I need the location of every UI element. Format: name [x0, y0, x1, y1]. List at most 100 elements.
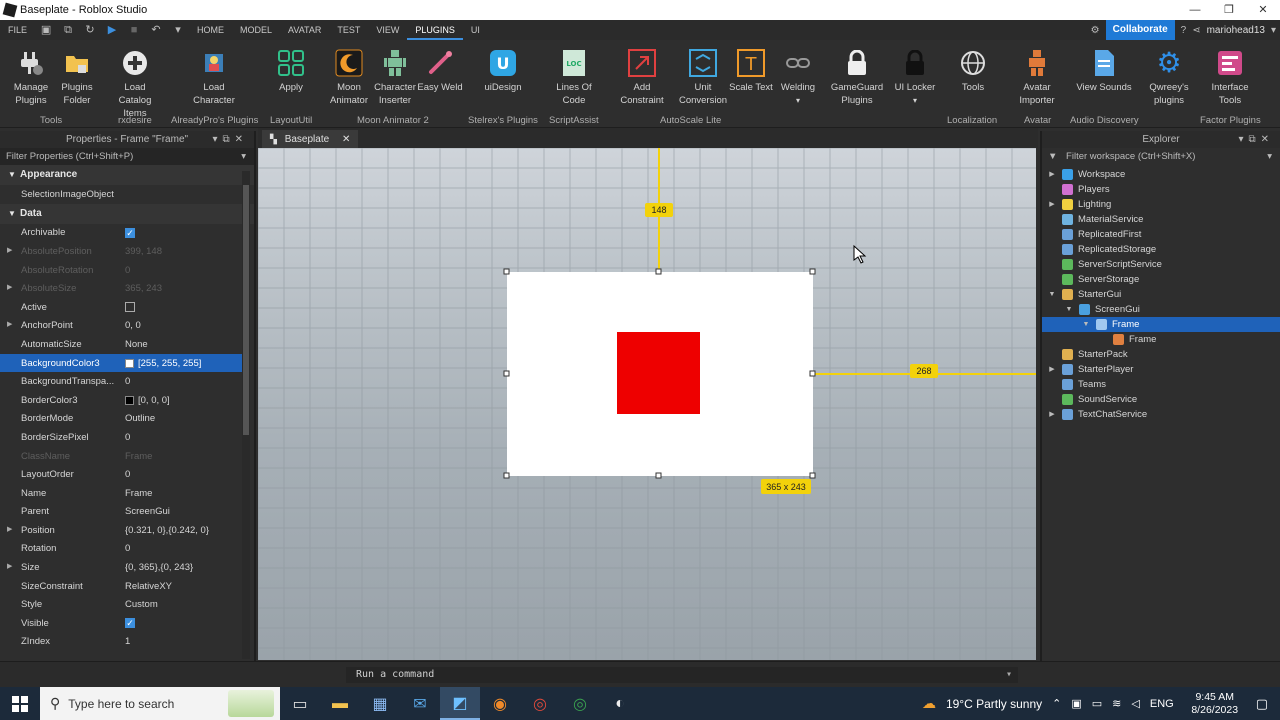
tree-toggle-icon[interactable]: ▼ — [1080, 317, 1092, 332]
user-dropdown-icon[interactable]: ▾ — [1271, 25, 1276, 36]
property-row[interactable]: SelectionImageObject — [0, 185, 242, 204]
property-row[interactable]: ▶ AbsoluteSize 365, 243 — [0, 279, 242, 298]
property-row[interactable]: BorderSizePixel 0 — [0, 428, 242, 447]
clock[interactable]: 9:45 AM 8/26/2023 — [1184, 691, 1246, 717]
3d-viewport[interactable]: 148 268 365 x 243 — [258, 148, 1036, 660]
explorer-item[interactable]: ▼ Frame — [1042, 317, 1280, 332]
interface-tools-button[interactable]: Interface Tools — [1202, 48, 1258, 107]
battery-icon[interactable]: ▭ — [1092, 697, 1102, 710]
view-sounds-button[interactable]: View Sounds — [1076, 48, 1132, 94]
weather-icon[interactable]: ☁ — [922, 695, 936, 712]
explorer-item[interactable]: ▼ ScreenGui — [1042, 302, 1280, 317]
property-value[interactable]: 0 — [122, 469, 130, 480]
property-row[interactable]: ▶ Size {0, 365},{0, 243} — [0, 558, 242, 577]
ui-locker-button[interactable]: UI Locker ▾ — [887, 48, 943, 107]
expand-icon[interactable]: ▶ — [7, 562, 12, 570]
property-value[interactable]: {0.321, 0},{0.242, 0} — [122, 525, 209, 536]
property-row[interactable]: Active — [0, 298, 242, 317]
task-view-icon[interactable]: ▭ — [280, 687, 320, 720]
property-row[interactable]: Rotation 0 — [0, 540, 242, 559]
property-value[interactable]: Custom — [122, 599, 158, 610]
command-input[interactable]: Run a command ▾ — [346, 667, 1018, 683]
property-value[interactable]: [255, 255, 255] — [122, 358, 201, 369]
scrollbar-thumb[interactable] — [243, 185, 249, 435]
property-value[interactable]: 0 — [122, 265, 130, 276]
windows-start-icon[interactable] — [0, 687, 40, 720]
color-swatch[interactable] — [125, 395, 134, 405]
property-value[interactable]: 1 — [122, 636, 130, 647]
easy-weld-button[interactable]: Easy Weld — [412, 48, 468, 94]
filter-dropdown-icon[interactable]: ▾ — [241, 148, 246, 165]
tree-toggle-icon[interactable]: ▶ — [1046, 167, 1058, 182]
tree-toggle-icon[interactable]: ▶ — [1046, 362, 1058, 377]
plugins-folder-button[interactable]: Plugins Folder — [49, 48, 105, 107]
play-icon[interactable]: ▶ — [106, 24, 118, 36]
tab-home[interactable]: HOME — [189, 20, 232, 40]
welding-button[interactable]: Welding ▾ — [770, 48, 826, 107]
publish-icon[interactable]: ⧉ — [62, 24, 74, 36]
explorer-item[interactable]: Players — [1042, 182, 1280, 197]
property-value[interactable]: 0, 0 — [122, 320, 141, 331]
property-row[interactable]: Style Custom — [0, 595, 242, 614]
tab-view[interactable]: VIEW — [368, 20, 407, 40]
property-row[interactable]: Archivable ✓ — [0, 224, 242, 243]
collaborate-button[interactable]: Collaborate — [1105, 20, 1175, 40]
tab-baseplate[interactable]: ▚ Baseplate ✕ — [262, 130, 359, 148]
help-icon[interactable]: ? — [1181, 25, 1187, 36]
explorer-item[interactable]: MaterialService — [1042, 212, 1280, 227]
property-row[interactable]: ZIndex 1 — [0, 633, 242, 652]
checkbox[interactable] — [125, 302, 135, 313]
language-indicator[interactable]: ENG — [1150, 698, 1174, 710]
tab-file[interactable]: FILE — [0, 20, 35, 40]
checkbox[interactable]: ✓ — [125, 618, 135, 629]
tab-avatar[interactable]: AVATAR — [280, 20, 329, 40]
volume-icon[interactable]: ◁ — [1131, 697, 1139, 710]
property-value[interactable]: 0 — [122, 543, 130, 554]
property-value[interactable] — [122, 302, 139, 313]
property-value[interactable]: 365, 243 — [122, 283, 162, 294]
quick-access-dropdown-icon[interactable]: ▾ — [172, 24, 184, 36]
wifi-icon[interactable]: ≋ — [1112, 697, 1121, 710]
property-row[interactable]: SizeConstraint RelativeXY — [0, 577, 242, 596]
property-value[interactable]: ScreenGui — [122, 506, 170, 517]
tab-test[interactable]: TEST — [329, 20, 368, 40]
notifications-icon[interactable]: ▢ — [1256, 696, 1268, 712]
panel-controls[interactable]: ▾⧉✕ — [1238, 131, 1274, 148]
tab-model[interactable]: MODEL — [232, 20, 280, 40]
expand-icon[interactable]: ▶ — [7, 246, 12, 254]
property-value[interactable]: RelativeXY — [122, 581, 172, 592]
tree-toggle-icon[interactable]: ▶ — [1046, 407, 1058, 422]
share-icon[interactable]: ⋖ — [1192, 25, 1200, 36]
explorer-item[interactable]: ▼ StarterGui — [1042, 287, 1280, 302]
section-appearance[interactable]: ▼ Appearance — [0, 165, 254, 185]
property-value[interactable]: [0, 0, 0] — [122, 395, 170, 406]
localization-tools-button[interactable]: Tools — [945, 48, 1001, 94]
property-value[interactable]: 0 — [122, 376, 130, 387]
add-constraint-button[interactable]: Add Constraint — [614, 48, 670, 107]
property-row[interactable]: BorderColor3 [0, 0, 0] — [0, 391, 242, 410]
property-value[interactable]: Frame — [122, 451, 152, 462]
tree-toggle-icon[interactable]: ▼ — [1063, 302, 1075, 317]
user-name[interactable]: mariohead13 — [1207, 25, 1265, 36]
property-row[interactable]: BorderMode Outline — [0, 410, 242, 429]
properties-filter-input[interactable]: Filter Properties (Ctrl+Shift+P) ▾ — [0, 148, 254, 165]
tree-toggle-icon[interactable]: ▶ — [1046, 197, 1058, 212]
obs-icon[interactable]: ◐ — [600, 687, 640, 720]
explorer-item[interactable]: ▶ TextChatService — [1042, 407, 1280, 422]
property-row[interactable]: Name Frame — [0, 484, 242, 503]
property-row[interactable]: LayoutOrder 0 — [0, 465, 242, 484]
weather-text[interactable]: 19°C Partly sunny — [946, 697, 1042, 711]
property-value[interactable]: ✓ — [122, 618, 139, 629]
property-row[interactable]: ClassName Frame — [0, 447, 242, 466]
explorer-item[interactable]: ▶ StarterPlayer — [1042, 362, 1280, 377]
property-value[interactable]: Frame — [122, 488, 152, 499]
property-row[interactable]: Parent ScreenGui — [0, 503, 242, 522]
inner-frame-ui[interactable] — [617, 332, 700, 414]
explorer-item[interactable]: ▶ Lighting — [1042, 197, 1280, 212]
close-icon[interactable]: ✕ — [1246, 0, 1280, 20]
explorer-filter-input[interactable]: ▼ Filter workspace (Ctrl+Shift+X) ▾ — [1042, 148, 1280, 165]
roblox-studio-taskbar-icon[interactable]: ◩ — [440, 687, 480, 720]
tree-toggle-icon[interactable]: ▼ — [1046, 287, 1058, 302]
property-value[interactable]: 0 — [122, 432, 130, 443]
expand-icon[interactable]: ▶ — [7, 283, 12, 291]
